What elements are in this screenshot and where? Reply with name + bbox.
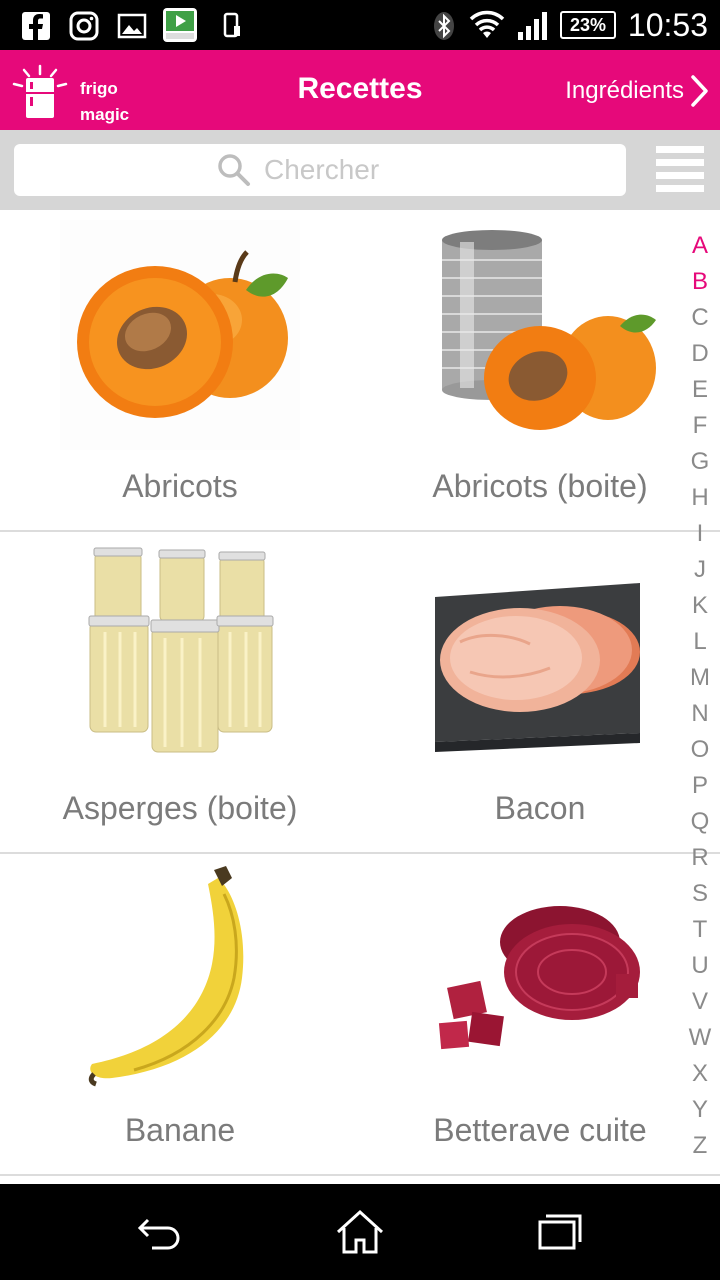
wifi-icon [469,10,505,38]
nikon-app-icon [163,8,197,42]
grid-row: Abricots Abricots (boite) [0,210,720,532]
alphabet-letter[interactable]: I [680,516,720,552]
ingredient-tile[interactable]: Betterave cuite [360,854,720,1174]
bacon-image [420,542,660,772]
alphabet-letter[interactable]: R [680,840,720,876]
search-box[interactable] [14,144,626,196]
alphabet-letter[interactable]: G [680,444,720,480]
instagram-icon [69,11,99,41]
alphabet-letter[interactable]: L [680,624,720,660]
app-bar: frigo magic Recettes Ingrédients [0,50,720,130]
ingredient-label: Bacon [494,790,586,826]
alphabet-letter[interactable]: V [680,984,720,1020]
apricot-image [60,220,300,450]
search-input[interactable] [264,154,424,186]
alphabet-letter[interactable]: E [680,372,720,408]
ingredient-tile[interactable]: Abricots (boite) [360,210,720,530]
alphabet-letter[interactable]: K [680,588,720,624]
alphabet-letter[interactable]: M [680,660,720,696]
system-nav-bar [0,1184,720,1280]
grid-row: Asperges (boite) Bacon [0,532,720,854]
ingredient-label: Asperges (boite) [62,790,298,826]
alphabet-letter[interactable]: Q [680,804,720,840]
alphabet-letter[interactable]: T [680,912,720,948]
grid-row: Banane Betterave cuite [0,854,720,1176]
alphabet-letter[interactable]: F [680,408,720,444]
ingredient-tile[interactable]: Bacon [360,532,720,852]
gallery-icon [117,13,147,39]
alphabet-letter[interactable]: A [680,228,720,264]
search-icon [218,154,250,186]
ingredient-tile[interactable]: Abricots [0,210,360,530]
ingredient-grid: Abricots Abricots (boite) Asperges (boit… [0,210,720,1176]
alphabet-letter[interactable]: P [680,768,720,804]
signal-icon [518,12,547,40]
phone-icon [223,12,240,38]
alphabet-letter[interactable]: Y [680,1092,720,1128]
bluetooth-icon [434,12,454,40]
battery-indicator: 23% [560,11,616,39]
canned-apricot-image [420,220,660,450]
chevron-right-icon [691,75,708,107]
alphabet-letter[interactable]: N [680,696,720,732]
ingredient-label: Abricots (boite) [432,468,648,504]
alphabet-letter[interactable]: O [680,732,720,768]
alphabet-letter[interactable]: W [680,1020,720,1056]
clock: 10:53 [627,7,708,43]
status-bar: 23% 10:53 [0,0,720,50]
ingredients-link[interactable]: Ingrédients [565,74,710,108]
banana-image [60,864,300,1094]
alphabet-letter[interactable]: B [680,264,720,300]
facebook-icon [22,12,50,40]
back-icon[interactable] [134,1206,186,1258]
beetroot-image [420,864,660,1094]
asparagus-jars-image [60,542,300,772]
alphabet-letter[interactable]: D [680,336,720,372]
alphabet-letter[interactable]: C [680,300,720,336]
ingredients-link-label: Ingrédients [565,77,684,104]
alphabet-letter[interactable]: H [680,480,720,516]
ingredient-tile[interactable]: Banane [0,854,360,1174]
ingredient-label: Betterave cuite [433,1112,647,1148]
home-icon[interactable] [334,1206,386,1258]
alphabet-index[interactable]: ABCDEFGHIJKLMNOPQRSTUVWXYZ [680,228,720,1164]
ingredient-label: Banane [124,1112,236,1148]
alphabet-letter[interactable]: U [680,948,720,984]
alphabet-letter[interactable]: X [680,1056,720,1092]
menu-icon[interactable] [656,146,704,194]
ingredient-label: Abricots [122,468,238,504]
recent-apps-icon[interactable] [534,1206,586,1258]
alphabet-letter[interactable]: Z [680,1128,720,1164]
alphabet-letter[interactable]: J [680,552,720,588]
ingredient-tile[interactable]: Asperges (boite) [0,532,360,852]
alphabet-letter[interactable]: S [680,876,720,912]
search-bar [0,130,720,210]
